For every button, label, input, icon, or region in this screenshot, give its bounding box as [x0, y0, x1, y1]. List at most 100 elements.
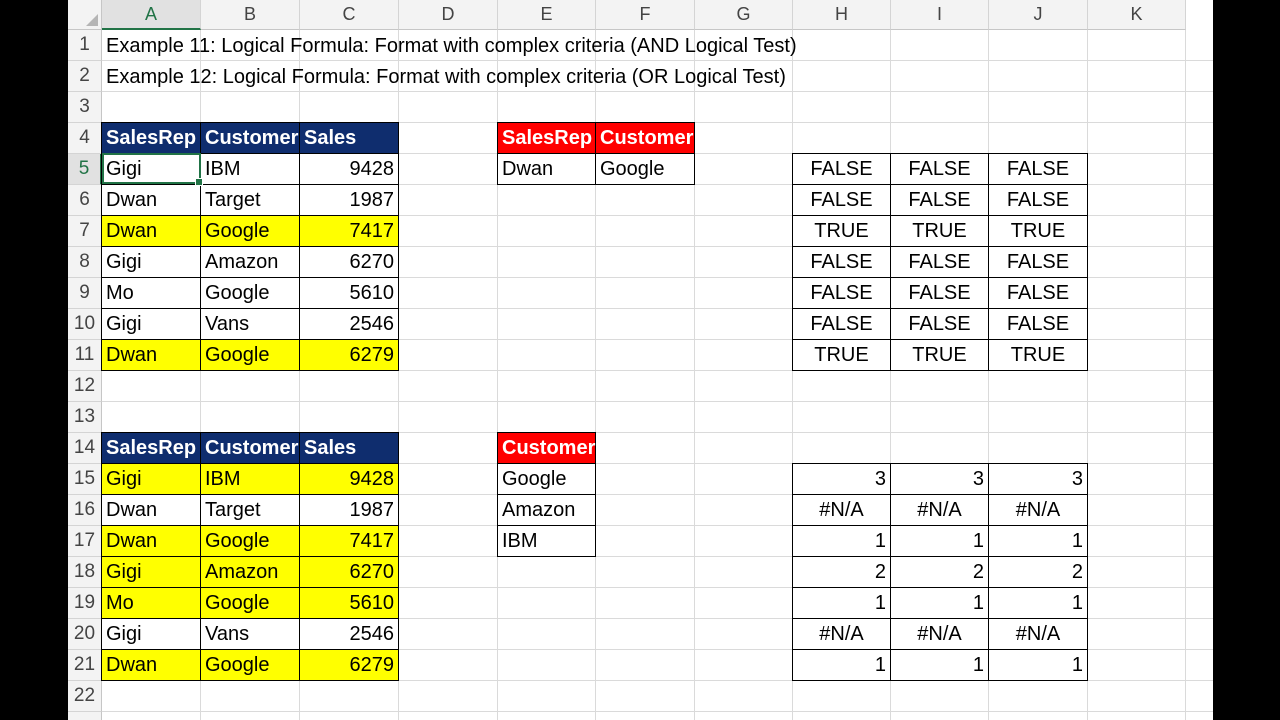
logic1-cell[interactable]: TRUE [890, 339, 989, 371]
table2-sales-cell[interactable]: 2546 [299, 618, 399, 650]
criteria2-value[interactable]: Google [497, 463, 596, 495]
select-all-corner[interactable] [68, 0, 102, 30]
logic1-cell[interactable]: FALSE [890, 277, 989, 309]
table1-header[interactable]: Sales [299, 122, 399, 154]
logic2-cell[interactable]: #N/A [890, 494, 989, 526]
row-header-22[interactable]: 22 [68, 681, 102, 712]
table1-salesrep-cell[interactable]: Dwan [101, 339, 201, 371]
table1-customer-cell[interactable]: Google [200, 277, 300, 309]
table1-header[interactable]: SalesRep [101, 122, 201, 154]
logic1-cell[interactable]: FALSE [792, 153, 891, 185]
table2-salesrep-cell[interactable]: Dwan [101, 494, 201, 526]
logic2-cell[interactable]: 1 [890, 587, 989, 619]
table1-customer-cell[interactable]: Google [200, 339, 300, 371]
table2-salesrep-cell[interactable]: Dwan [101, 649, 201, 681]
criteria1-value[interactable]: Google [595, 153, 695, 185]
table1-salesrep-cell[interactable]: Gigi [101, 308, 201, 340]
logic1-cell[interactable]: FALSE [988, 153, 1088, 185]
table2-customer-cell[interactable]: IBM [200, 463, 300, 495]
table1-salesrep-cell[interactable]: Gigi [101, 246, 201, 278]
table2-customer-cell[interactable]: Amazon [200, 556, 300, 588]
table1-sales-cell[interactable]: 6279 [299, 339, 399, 371]
row-header-8[interactable]: 8 [68, 247, 102, 278]
logic2-cell[interactable]: 3 [792, 463, 891, 495]
criteria1-header[interactable]: Customer [595, 122, 695, 154]
table1-salesrep-cell[interactable]: Dwan [101, 184, 201, 216]
table1-sales-cell[interactable]: 1987 [299, 184, 399, 216]
table2-salesrep-cell[interactable]: Gigi [101, 556, 201, 588]
row-header-15[interactable]: 15 [68, 464, 102, 495]
logic2-cell[interactable]: 3 [890, 463, 989, 495]
table1-sales-cell[interactable]: 6270 [299, 246, 399, 278]
table2-customer-cell[interactable]: Google [200, 649, 300, 681]
row-header-17[interactable]: 17 [68, 526, 102, 557]
row-header-20[interactable]: 20 [68, 619, 102, 650]
row-header-4[interactable]: 4 [68, 123, 102, 154]
row-header-11[interactable]: 11 [68, 340, 102, 371]
logic1-cell[interactable]: TRUE [988, 339, 1088, 371]
logic2-cell[interactable]: #N/A [792, 494, 891, 526]
row-header-14[interactable]: 14 [68, 433, 102, 464]
criteria1-value[interactable]: Dwan [497, 153, 596, 185]
logic1-cell[interactable]: FALSE [792, 308, 891, 340]
table2-header[interactable]: SalesRep [101, 432, 201, 464]
table2-salesrep-cell[interactable]: Mo [101, 587, 201, 619]
table2-salesrep-cell[interactable]: Gigi [101, 618, 201, 650]
logic2-cell[interactable]: 1 [988, 649, 1088, 681]
column-header-i[interactable]: I [891, 0, 989, 30]
table1-customer-cell[interactable]: Amazon [200, 246, 300, 278]
logic2-cell[interactable]: 1 [988, 587, 1088, 619]
logic1-cell[interactable]: TRUE [988, 215, 1088, 247]
table1-header[interactable]: Customer [200, 122, 300, 154]
table1-customer-cell[interactable]: Target [200, 184, 300, 216]
row-header-2[interactable]: 2 [68, 61, 102, 92]
table1-sales-cell[interactable]: 2546 [299, 308, 399, 340]
logic1-cell[interactable]: FALSE [988, 308, 1088, 340]
logic2-cell[interactable]: 2 [792, 556, 891, 588]
table2-customer-cell[interactable]: Google [200, 525, 300, 557]
column-header-c[interactable]: C [300, 0, 399, 30]
table2-sales-cell[interactable]: 1987 [299, 494, 399, 526]
logic1-cell[interactable]: TRUE [792, 215, 891, 247]
logic1-cell[interactable]: FALSE [792, 277, 891, 309]
spreadsheet-grid[interactable]: A B C D E F G H I J K 1 2 3 4 5 6 7 8 9 10 11 12 13 14 15 16 17 18 19… [68, 0, 1213, 720]
logic1-cell[interactable]: FALSE [890, 246, 989, 278]
criteria1-header[interactable]: SalesRep [497, 122, 596, 154]
criteria2-header[interactable]: Customer [497, 432, 596, 464]
table2-sales-cell[interactable]: 6270 [299, 556, 399, 588]
table2-salesrep-cell[interactable]: Gigi [101, 463, 201, 495]
row-header-10[interactable]: 10 [68, 309, 102, 340]
row-header-7[interactable]: 7 [68, 216, 102, 247]
logic2-cell[interactable]: #N/A [792, 618, 891, 650]
table1-customer-cell[interactable]: IBM [200, 153, 300, 185]
row-header-1[interactable]: 1 [68, 30, 102, 61]
logic2-cell[interactable]: #N/A [988, 494, 1088, 526]
table1-salesrep-cell[interactable]: Dwan [101, 215, 201, 247]
logic2-cell[interactable]: 1 [792, 587, 891, 619]
logic1-cell[interactable]: FALSE [890, 184, 989, 216]
logic1-cell[interactable]: TRUE [792, 339, 891, 371]
row-header-21[interactable]: 21 [68, 650, 102, 681]
logic2-cell[interactable]: #N/A [988, 618, 1088, 650]
row-header-9[interactable]: 9 [68, 278, 102, 309]
table2-sales-cell[interactable]: 9428 [299, 463, 399, 495]
row-header-12[interactable]: 12 [68, 371, 102, 402]
table2-sales-cell[interactable]: 6279 [299, 649, 399, 681]
logic1-cell[interactable]: FALSE [988, 246, 1088, 278]
logic1-cell[interactable]: FALSE [890, 308, 989, 340]
logic2-cell[interactable]: 1 [988, 525, 1088, 557]
table2-header[interactable]: Sales [299, 432, 399, 464]
column-header-f[interactable]: F [596, 0, 695, 30]
row-header-13[interactable]: 13 [68, 402, 102, 433]
column-header-b[interactable]: B [201, 0, 300, 30]
table1-salesrep-cell[interactable]: Mo [101, 277, 201, 309]
table2-customer-cell[interactable]: Target [200, 494, 300, 526]
row-header-6[interactable]: 6 [68, 185, 102, 216]
logic2-cell[interactable]: #N/A [890, 618, 989, 650]
table2-header[interactable]: Customer [200, 432, 300, 464]
row-header-16[interactable]: 16 [68, 495, 102, 526]
logic1-cell[interactable]: FALSE [988, 277, 1088, 309]
logic2-cell[interactable]: 1 [890, 649, 989, 681]
table1-sales-cell[interactable]: 7417 [299, 215, 399, 247]
column-header-j[interactable]: J [989, 0, 1088, 30]
